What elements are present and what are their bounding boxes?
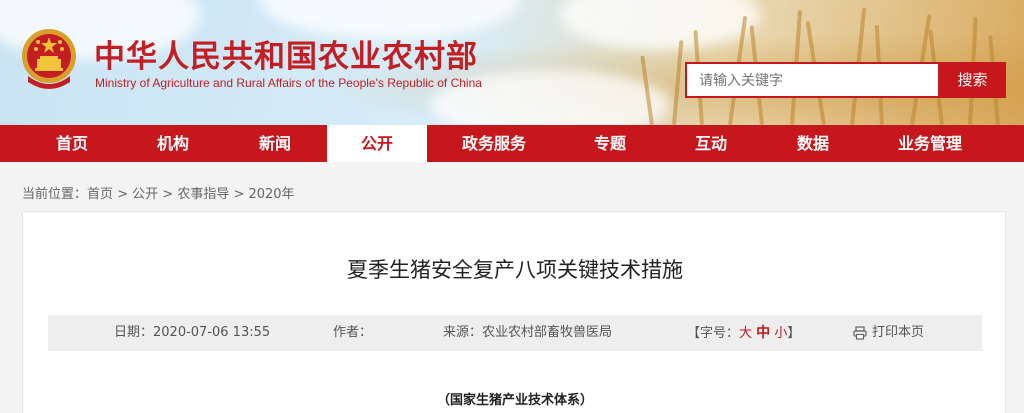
nav-item-business-management[interactable]: 业务管理: [872, 125, 988, 162]
nav-item-topics[interactable]: 专题: [560, 125, 660, 162]
main-nav: 首页 机构 新闻 公开 政务服务 专题 互动 数据 业务管理: [0, 125, 1024, 162]
national-emblem-icon: [22, 29, 76, 89]
article-title: 夏季生猪安全复产八项关键技术措施: [347, 258, 683, 282]
nav-item-public[interactable]: 公开: [327, 125, 427, 162]
search-input[interactable]: [685, 62, 940, 98]
author-label: 作者：: [333, 325, 373, 340]
publish-date: 日期：2020-07-06 13:55: [114, 325, 271, 340]
print-label: 打印本页: [872, 325, 925, 340]
site-subtitle: Ministry of Agriculture and Rural Affair…: [95, 76, 482, 90]
font-size-control: 【字号：大 中 小】: [687, 315, 800, 352]
site-title[interactable]: 中华人民共和国农业农村部: [94, 31, 478, 76]
font-size-prefix: 【字号：: [687, 326, 740, 341]
article-container: 夏季生猪安全复产八项关键技术措施 日期：2020-07-06 13:55 作者：…: [22, 211, 1006, 413]
nav-item-interaction[interactable]: 互动: [661, 125, 761, 162]
nav-item-government-services[interactable]: 政务服务: [440, 125, 548, 162]
nav-item-home[interactable]: 首页: [22, 125, 122, 162]
print-page-link[interactable]: 打印本页: [853, 315, 924, 351]
font-size-medium-link[interactable]: 中: [756, 325, 770, 341]
page: 中华人民共和国农业农村部 Ministry of Agriculture and…: [0, 0, 1024, 413]
article-intro-line: （国家生猪产业技术体系）: [436, 393, 593, 408]
font-size-large-link[interactable]: 大: [739, 326, 752, 341]
nav-item-news[interactable]: 新闻: [225, 125, 325, 162]
nav-item-institutions[interactable]: 机构: [123, 125, 223, 162]
print-icon: [853, 325, 867, 340]
breadcrumb[interactable]: 当前位置：首页 > 公开 > 农事指导 > 2020年: [22, 183, 295, 202]
article-meta-bar: 日期：2020-07-06 13:55 作者： 来源：农业农村部畜牧兽医局 【字…: [48, 315, 982, 351]
nav-item-data[interactable]: 数据: [763, 125, 863, 162]
search-button[interactable]: 搜索: [939, 62, 1006, 98]
header-banner: 中华人民共和国农业农村部 Ministry of Agriculture and…: [0, 0, 1024, 125]
font-size-suffix: 】: [787, 326, 801, 341]
source-text: 来源：农业农村部畜牧兽医局: [443, 325, 613, 340]
cloud-decoration: [560, 0, 760, 50]
font-size-small-link[interactable]: 小: [774, 326, 787, 341]
